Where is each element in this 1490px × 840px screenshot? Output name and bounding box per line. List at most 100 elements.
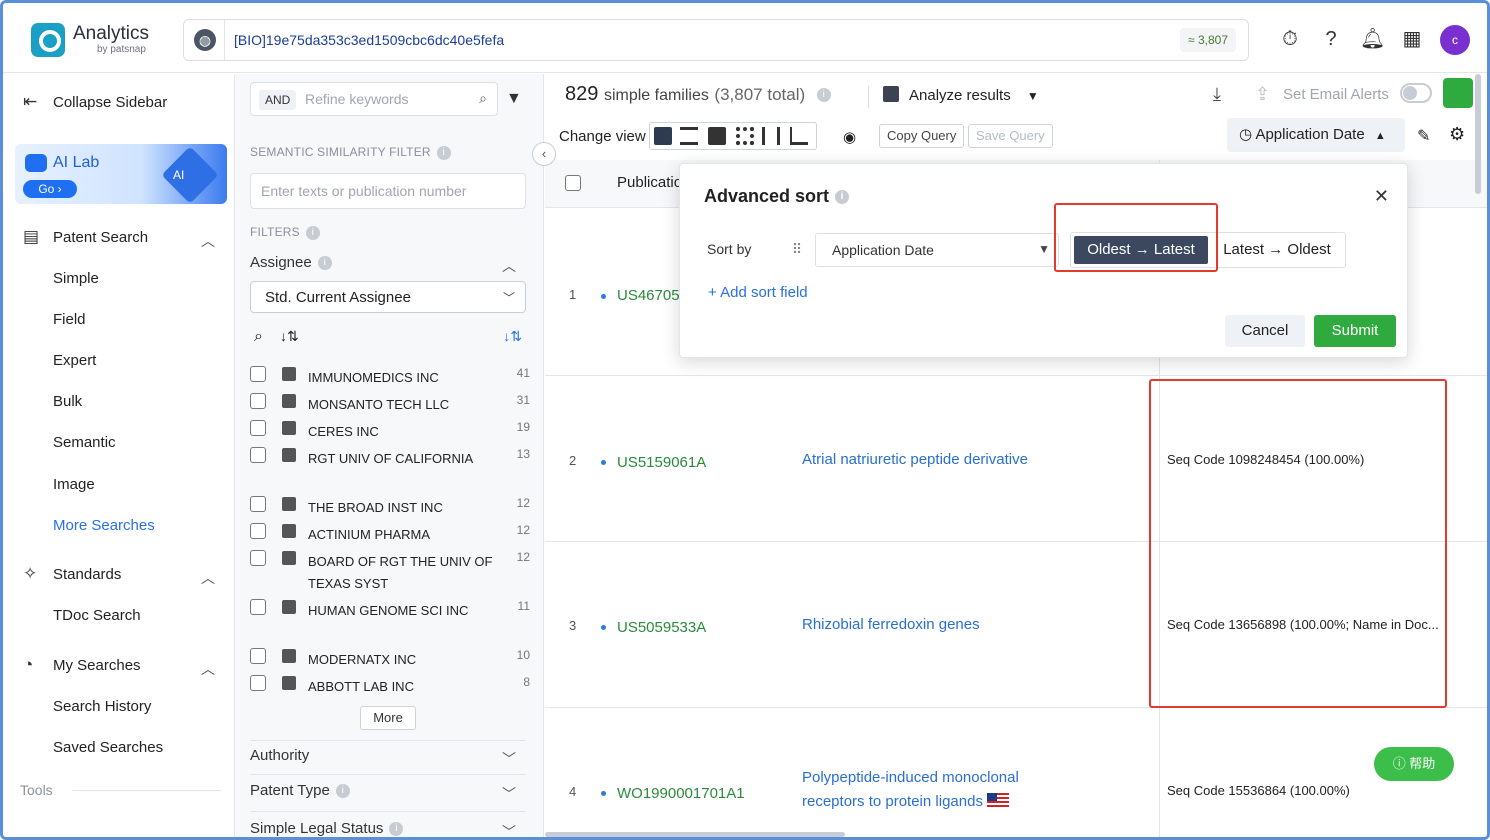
assignee-checkbox[interactable] [250,648,266,664]
latest-to-oldest-button[interactable]: Latest → Oldest [1211,236,1343,264]
assignee-checkbox[interactable] [250,599,266,615]
table-row[interactable]: 4 WO1990001701A1 Polypeptide-induced mon… [545,708,1487,837]
vertical-scrollbar[interactable] [1475,74,1481,194]
analyze-results-button[interactable]: Analyze results ▼ [883,86,1039,104]
legal-status-filter-header[interactable]: Simple Legal Status i [250,820,404,837]
sidebar-item-field[interactable]: Field [53,311,86,328]
and-operator-chip[interactable]: AND [259,90,297,110]
apps-grid-icon[interactable]: ▦ [1400,27,1424,51]
publication-number-link[interactable]: US5059533A [617,619,706,636]
horizontal-scrollbar[interactable] [545,832,845,837]
assignee-checkbox[interactable] [250,550,266,566]
filter-funnel-icon[interactable]: ▼ [506,90,522,108]
assignee-checkbox[interactable] [250,447,266,463]
cancel-button[interactable]: Cancel [1225,315,1305,347]
list-view-icon[interactable] [654,127,672,145]
collapse-filter-button[interactable]: ‹ [532,142,556,166]
ai-lab-go-button[interactable]: Go › [23,180,77,198]
chevron-up-icon[interactable]: ︿ [502,256,516,276]
assignee-checkbox[interactable] [250,393,266,409]
semantic-filter-input[interactable]: Enter texts or publication number [250,173,526,209]
submit-button[interactable]: Submit [1314,315,1396,347]
chevron-down-icon[interactable]: ﹀ [502,749,516,769]
image-view-icon[interactable] [708,127,726,145]
sidebar-section-standards[interactable]: Standards [53,566,121,583]
patent-title-link[interactable]: Polypeptide-induced monoclonal receptors… [802,766,1052,814]
info-icon[interactable]: i [317,256,332,271]
sort-count-icon[interactable]: ↓⇅ [503,328,522,345]
assignee-checkbox[interactable] [250,366,266,382]
assignee-filter-header[interactable]: Assignee i [250,254,332,271]
chevron-up-icon[interactable]: ︿ [201,568,215,588]
copy-query-button[interactable]: Copy Query [879,124,965,148]
sidebar-item-simple[interactable]: Simple [53,270,99,287]
sort-alpha-icon[interactable]: ↓⇅ [280,328,299,345]
tree-view-icon[interactable] [762,127,780,145]
close-icon[interactable]: ✕ [1374,186,1389,207]
sidebar-item-bulk[interactable]: Bulk [53,393,82,410]
query-text[interactable]: [BIO]19e75da353c3ed1509cbc6dc40e5fefa [234,32,504,48]
chevron-down-icon[interactable]: ﹀ [502,784,516,804]
publication-number-link[interactable]: WO1990001701A1 [617,785,745,802]
sidebar-item-search-history[interactable]: Search History [53,698,151,715]
eye-icon[interactable]: ◉ [843,128,856,146]
sort-field-select[interactable]: Application Date ▼ [815,233,1059,267]
globe-icon[interactable]: ◍ [194,29,216,51]
sidebar-item-image[interactable]: Image [53,476,95,493]
add-sort-field-button[interactable]: + Add sort field [708,284,808,301]
query-bar[interactable]: ◍ [BIO]19e75da353c3ed1509cbc6dc40e5fefa … [183,19,1249,61]
sidebar-section-my-searches[interactable]: My Searches [53,657,141,674]
info-icon[interactable]: i [816,87,831,102]
info-icon[interactable]: i [305,225,320,240]
chevron-up-icon[interactable]: ︿ [201,659,215,679]
drag-handle-icon[interactable]: ⠿ [792,241,803,258]
sidebar-item-more-searches[interactable]: More Searches [53,517,155,534]
chevron-down-icon[interactable]: ﹀ [502,822,516,837]
more-assignees-button[interactable]: More [360,706,416,730]
publication-number-link[interactable]: US5159061A [617,454,706,471]
sort-button[interactable]: ◷ Application Date ▲ [1227,118,1405,152]
info-icon[interactable]: i [389,822,404,837]
patent-title-link[interactable]: Rhizobial ferredoxin genes [802,613,1052,637]
info-icon[interactable]: i [835,190,850,205]
refine-keywords-input[interactable]: AND Refine keywords ⌕ [250,82,498,116]
help-icon[interactable]: ? [1319,27,1343,51]
assignee-checkbox[interactable] [250,496,266,512]
help-chat-button[interactable]: ⓘ 帮助 [1374,747,1454,781]
share-icon[interactable]: ⇪ [1255,84,1270,105]
sidebar-section-patent-search[interactable]: Patent Search [53,229,148,246]
patent-title-link[interactable]: Atrial natriuretic peptide derivative [802,448,1052,472]
gear-icon[interactable]: ⚙ [1449,124,1465,145]
info-icon[interactable]: i [335,784,350,799]
select-all-checkbox[interactable] [565,175,581,191]
workspace-button[interactable] [1443,78,1473,108]
assignee-checkbox[interactable] [250,675,266,691]
avatar[interactable]: c [1440,25,1470,55]
bell-icon[interactable]: 🔔︎ [1360,27,1385,51]
publication-number-link[interactable]: US46705 [617,287,680,304]
collapse-arrow-icon[interactable]: ⇤ [23,92,43,112]
authority-filter-header[interactable]: Authority [250,747,309,764]
timer-icon[interactable]: ⏱ [1278,27,1302,51]
assignee-checkbox[interactable] [250,523,266,539]
chart-view-icon[interactable] [790,127,808,145]
save-query-button[interactable]: Save Query [968,124,1053,148]
sidebar-item-saved-searches[interactable]: Saved Searches [53,739,163,756]
search-icon[interactable]: ⌕ [254,328,263,346]
sidebar-item-tdoc-search[interactable]: TDoc Search [53,607,141,624]
ai-lab-banner[interactable]: AI Lab Go › AI [15,144,227,204]
info-icon[interactable]: i [436,145,451,160]
patent-type-filter-header[interactable]: Patent Type i [250,782,350,799]
grid-view-icon[interactable] [736,127,754,145]
email-alerts-toggle[interactable] [1400,83,1432,103]
compact-view-icon[interactable] [680,127,698,145]
pin-icon[interactable]: ✎ [1417,126,1430,146]
collapse-sidebar-button[interactable]: Collapse Sidebar [53,94,167,111]
download-icon[interactable]: ⤓ [1213,84,1221,105]
assignee-checkbox[interactable] [250,420,266,436]
search-icon[interactable]: ⌕ [479,90,487,107]
sidebar-item-expert[interactable]: Expert [53,352,96,369]
chevron-up-icon[interactable]: ︿ [201,231,215,251]
assignee-type-select[interactable]: Std. Current Assignee ﹀ [250,281,526,313]
analytics-logo-icon[interactable] [31,23,65,57]
